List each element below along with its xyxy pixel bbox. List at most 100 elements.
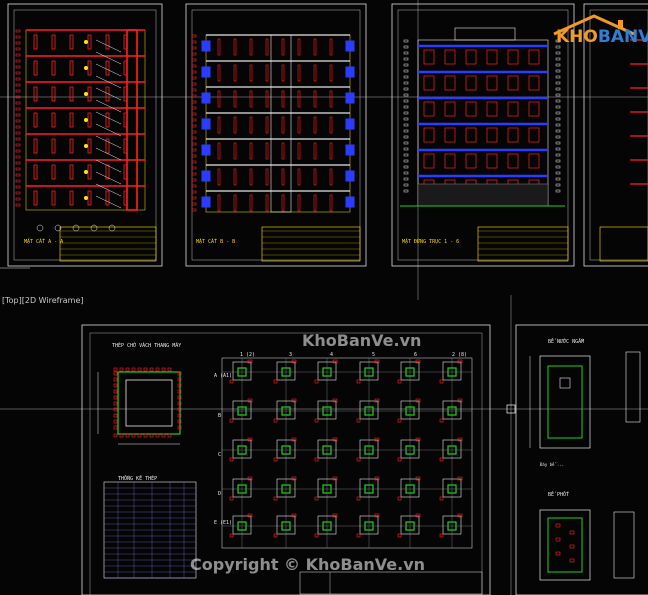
dimension-tick bbox=[15, 107, 21, 111]
dimension-tick bbox=[191, 112, 197, 116]
column-mark bbox=[281, 38, 285, 56]
footing-tag bbox=[273, 457, 278, 462]
sheet-frame bbox=[185, 3, 367, 267]
level-tick bbox=[403, 63, 409, 67]
level-tick bbox=[403, 51, 409, 55]
footing-tag bbox=[229, 496, 234, 501]
dimension-tick bbox=[191, 154, 197, 158]
dimension-tick bbox=[191, 196, 197, 200]
dimension-tick bbox=[191, 148, 197, 152]
title-block bbox=[477, 226, 569, 262]
rebar-dot bbox=[125, 367, 130, 372]
window-frame bbox=[423, 153, 435, 169]
dimension-tick bbox=[191, 58, 197, 62]
dimension-tick bbox=[15, 89, 21, 93]
window-frame bbox=[507, 127, 519, 143]
rebar-dot bbox=[143, 367, 148, 372]
column-mark bbox=[297, 168, 301, 186]
level-tick bbox=[555, 135, 561, 139]
column-mark bbox=[233, 90, 237, 108]
stair-flight bbox=[95, 147, 122, 161]
rebar-dot bbox=[113, 425, 118, 430]
column-mark bbox=[69, 190, 74, 206]
grid-bubble bbox=[72, 224, 80, 232]
level-tick bbox=[403, 69, 409, 73]
column-mark bbox=[313, 142, 317, 160]
rebar-dot bbox=[555, 537, 561, 542]
column-mark bbox=[33, 164, 38, 180]
column-mark bbox=[33, 190, 38, 206]
dimension-tick bbox=[191, 184, 197, 188]
level-tick bbox=[555, 111, 561, 115]
level-tick bbox=[555, 177, 561, 181]
level-tick bbox=[555, 117, 561, 121]
dimension-tick bbox=[15, 101, 21, 105]
column-mark bbox=[33, 86, 38, 102]
column-mark bbox=[33, 112, 38, 128]
footing-tag bbox=[457, 359, 463, 364]
level-tick bbox=[403, 159, 409, 163]
column-mark bbox=[265, 168, 269, 186]
level-tick bbox=[403, 45, 409, 49]
level-tick bbox=[555, 93, 561, 97]
window-mark bbox=[201, 92, 211, 104]
column-mark bbox=[87, 164, 92, 180]
title-block bbox=[599, 226, 648, 262]
level-tick bbox=[555, 105, 561, 109]
column-mark bbox=[329, 64, 333, 82]
rebar-dot bbox=[137, 367, 142, 372]
sheet-inner-frame bbox=[397, 9, 569, 261]
logo-wordmark: KHOBANVE bbox=[556, 27, 648, 47]
window-frame bbox=[507, 153, 519, 169]
level-tick bbox=[555, 129, 561, 133]
dimension-tick bbox=[191, 178, 197, 182]
column-mark bbox=[329, 194, 333, 212]
dimension-tick bbox=[15, 41, 21, 45]
cad-drawing[interactable] bbox=[0, 0, 648, 595]
pit-section bbox=[613, 511, 635, 579]
level-tick bbox=[555, 63, 561, 67]
level-tick bbox=[555, 165, 561, 169]
column-mark bbox=[313, 64, 317, 82]
footing-tag bbox=[439, 496, 444, 501]
column-mark bbox=[51, 112, 56, 128]
column-mark bbox=[297, 142, 301, 160]
window-mark bbox=[201, 118, 211, 130]
cad-canvas[interactable]: [Top][2D Wireframe] MẶT CẮT A - A MẶT CẮ… bbox=[0, 0, 648, 595]
grid-row-label: D bbox=[218, 491, 222, 497]
footing-tag bbox=[457, 437, 463, 442]
rebar-dot bbox=[155, 367, 160, 372]
footing-tag bbox=[247, 437, 253, 442]
rebar-dot bbox=[113, 407, 118, 412]
footing-tag bbox=[229, 457, 234, 462]
footing-tag bbox=[397, 496, 402, 501]
footing-tag bbox=[273, 496, 278, 501]
level-tick bbox=[555, 147, 561, 151]
grid-row-label: A (A1) bbox=[214, 373, 233, 379]
column-mark bbox=[105, 190, 110, 206]
dimension-tick bbox=[15, 59, 21, 63]
ground-floor bbox=[417, 183, 549, 207]
grid-col-label: 2 (8) bbox=[452, 352, 468, 358]
footing-tag bbox=[439, 379, 444, 384]
window-frame bbox=[423, 75, 435, 91]
footing-tag bbox=[291, 476, 297, 481]
sheet1-title: MẶT CẮT A - A bbox=[24, 239, 64, 245]
elevator-core bbox=[117, 371, 181, 435]
column-mark bbox=[87, 60, 92, 76]
window-frame bbox=[444, 153, 456, 169]
grid-col-label: 6 bbox=[414, 352, 418, 358]
viewport-label[interactable]: [Top][2D Wireframe] bbox=[2, 296, 84, 305]
footing-tag bbox=[314, 533, 319, 538]
column-mark bbox=[217, 168, 221, 186]
column-mark bbox=[233, 194, 237, 212]
window-frame bbox=[444, 101, 456, 117]
window-mark bbox=[345, 196, 355, 208]
rebar-dot bbox=[113, 377, 118, 382]
level-tick bbox=[403, 93, 409, 97]
watermark-copyright: Copyright © KhoBanVe.vn bbox=[190, 555, 426, 574]
window-frame bbox=[465, 75, 477, 91]
rebar-dot bbox=[149, 367, 154, 372]
window-frame bbox=[465, 127, 477, 143]
column-mark bbox=[329, 168, 333, 186]
